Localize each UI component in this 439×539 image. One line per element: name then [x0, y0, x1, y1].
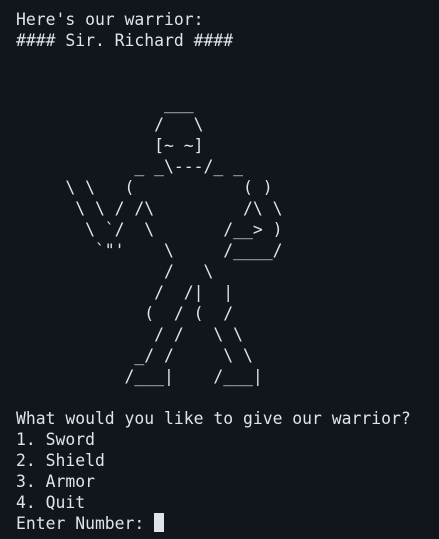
- menu-option-shield: 2. Shield: [16, 451, 105, 470]
- art-line: / \: [16, 115, 204, 134]
- art-line: \ `/ \ /__> ): [16, 220, 283, 239]
- art-line: \ \ ( ( ): [16, 178, 273, 197]
- art-line: `"' \ /____/: [16, 241, 283, 260]
- text-cursor[interactable]: [154, 513, 165, 532]
- art-line: [~ ~]: [16, 136, 204, 155]
- art-line: / /| |: [16, 283, 234, 302]
- art-line: / / \ \: [16, 325, 243, 344]
- art-line: [16, 51, 439, 72]
- art-line: [16, 387, 439, 408]
- art-line: ( / ( /: [16, 304, 234, 323]
- warrior-name: #### Sir. Richard ####: [16, 31, 234, 50]
- menu-option-sword: 1. Sword: [16, 430, 95, 449]
- art-line: / \: [16, 262, 214, 281]
- terminal-window[interactable]: Here's our warrior: #### Sir. Richard ##…: [0, 0, 439, 539]
- art-line: ___: [16, 94, 194, 113]
- menu-question: What would you like to give our warrior?: [16, 409, 411, 428]
- menu-option-armor: 3. Armor: [16, 472, 95, 491]
- warrior-ascii-art: ___ / \ [~ ~] _ _\---/_ _ \ \ ( ( ) \ \ …: [16, 51, 439, 408]
- input-prompt-row[interactable]: Enter Number:: [16, 513, 439, 534]
- art-line: _ _\---/_ _: [16, 157, 243, 176]
- art-line: \ \ / /\ /\ \: [16, 199, 283, 218]
- input-prompt-label: Enter Number:: [16, 514, 155, 533]
- menu-option-quit: 4. Quit: [16, 493, 86, 512]
- art-line: /___| /___|: [16, 367, 263, 386]
- intro-text: Here's our warrior:: [16, 10, 204, 29]
- art-line: _/ / \ \: [16, 346, 253, 365]
- art-line: [16, 72, 439, 93]
